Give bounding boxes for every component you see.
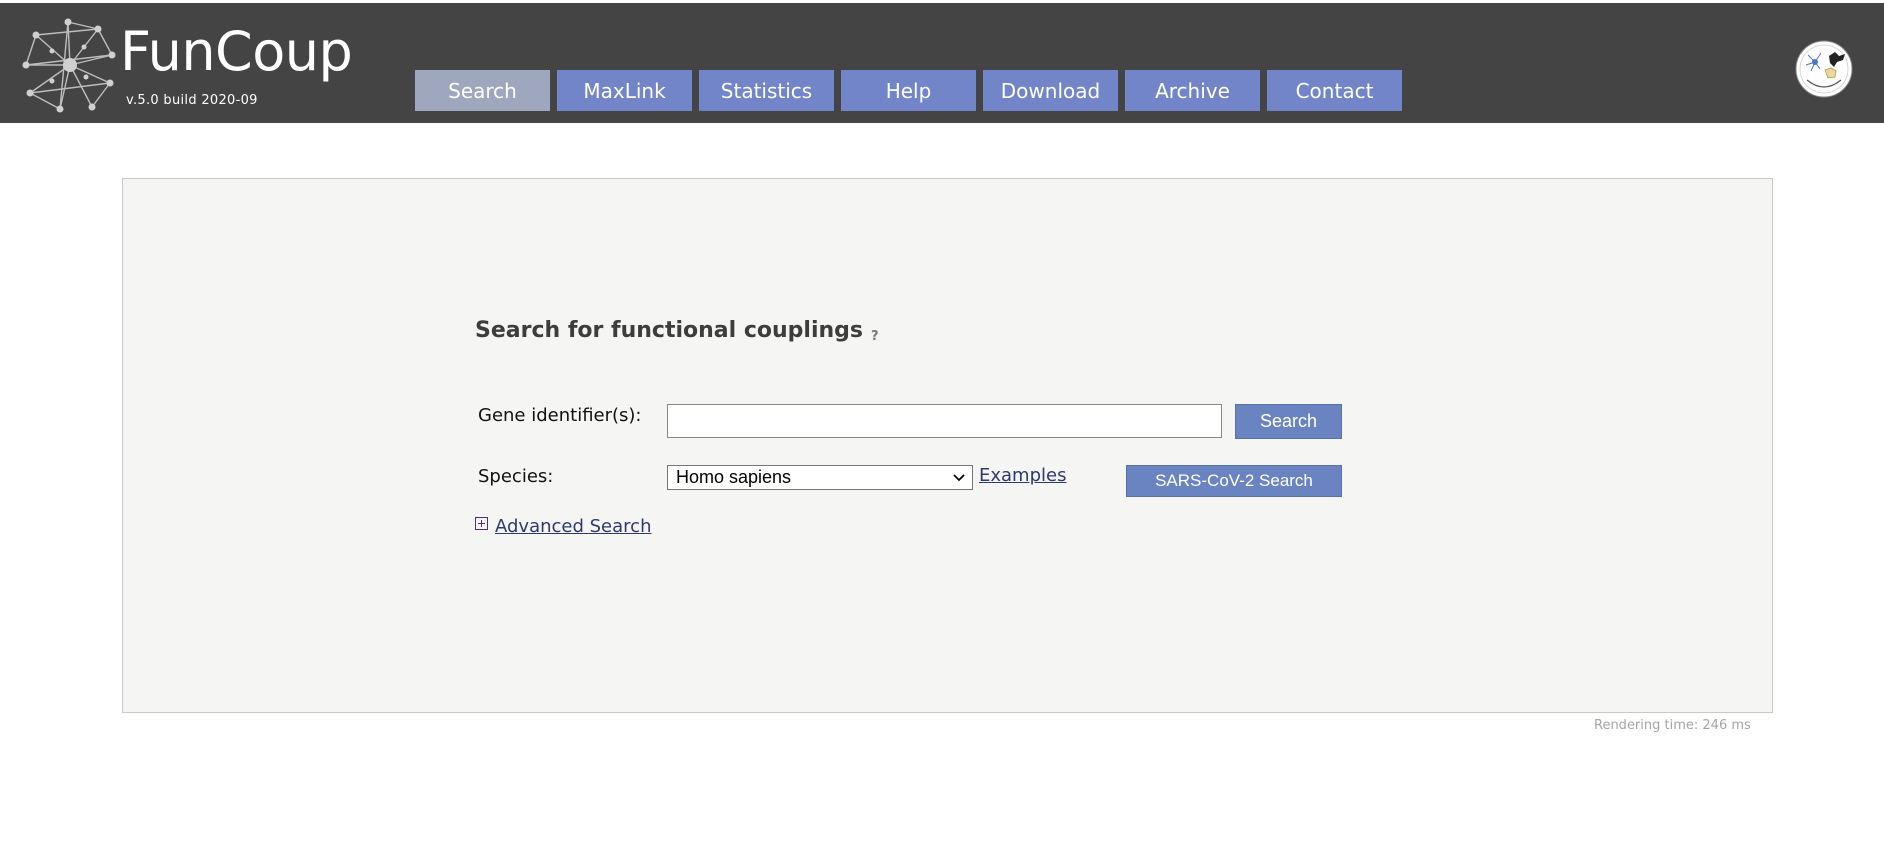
chevron-down-icon <box>953 474 965 482</box>
network-logo-icon <box>22 18 116 113</box>
nav-download[interactable]: Download <box>983 70 1118 111</box>
search-button[interactable]: Search <box>1235 404 1342 439</box>
search-panel <box>122 178 1773 713</box>
species-label: Species: <box>478 466 554 487</box>
rendering-time: Rendering time: 246 ms <box>1594 718 1751 733</box>
help-icon[interactable]: ? <box>871 329 879 344</box>
version-label: v.5.0 build 2020-09 <box>126 93 258 108</box>
species-select[interactable]: Homo sapiens <box>667 465 973 490</box>
top-navigation-bar: FunCoup v.5.0 build 2020-09 Search MaxLi… <box>0 3 1884 123</box>
species-selected-value: Homo sapiens <box>676 467 792 487</box>
page-title-text: Search for functional couplings <box>475 318 863 343</box>
nav-search[interactable]: Search <box>415 70 550 111</box>
expand-plus-icon[interactable] <box>475 517 488 530</box>
gene-identifier-input[interactable] <box>667 404 1222 438</box>
nav-statistics[interactable]: Statistics <box>699 70 834 111</box>
advanced-search-link[interactable]: Advanced Search <box>495 516 651 537</box>
sonnhammer-logo-icon[interactable] <box>1795 40 1853 98</box>
nav-maxlink[interactable]: MaxLink <box>557 70 692 111</box>
examples-link[interactable]: Examples <box>979 465 1066 486</box>
nav-archive[interactable]: Archive <box>1125 70 1260 111</box>
gene-identifier-label: Gene identifier(s): <box>478 405 642 426</box>
sars-cov-2-search-button[interactable]: SARS-CoV-2 Search <box>1126 465 1342 497</box>
nav-help[interactable]: Help <box>841 70 976 111</box>
page-title: Search for functional couplings? <box>475 318 879 344</box>
main-nav: Search MaxLink Statistics Help Download … <box>415 70 1402 111</box>
app-logo-title[interactable]: FunCoup <box>120 25 353 79</box>
nav-contact[interactable]: Contact <box>1267 70 1402 111</box>
